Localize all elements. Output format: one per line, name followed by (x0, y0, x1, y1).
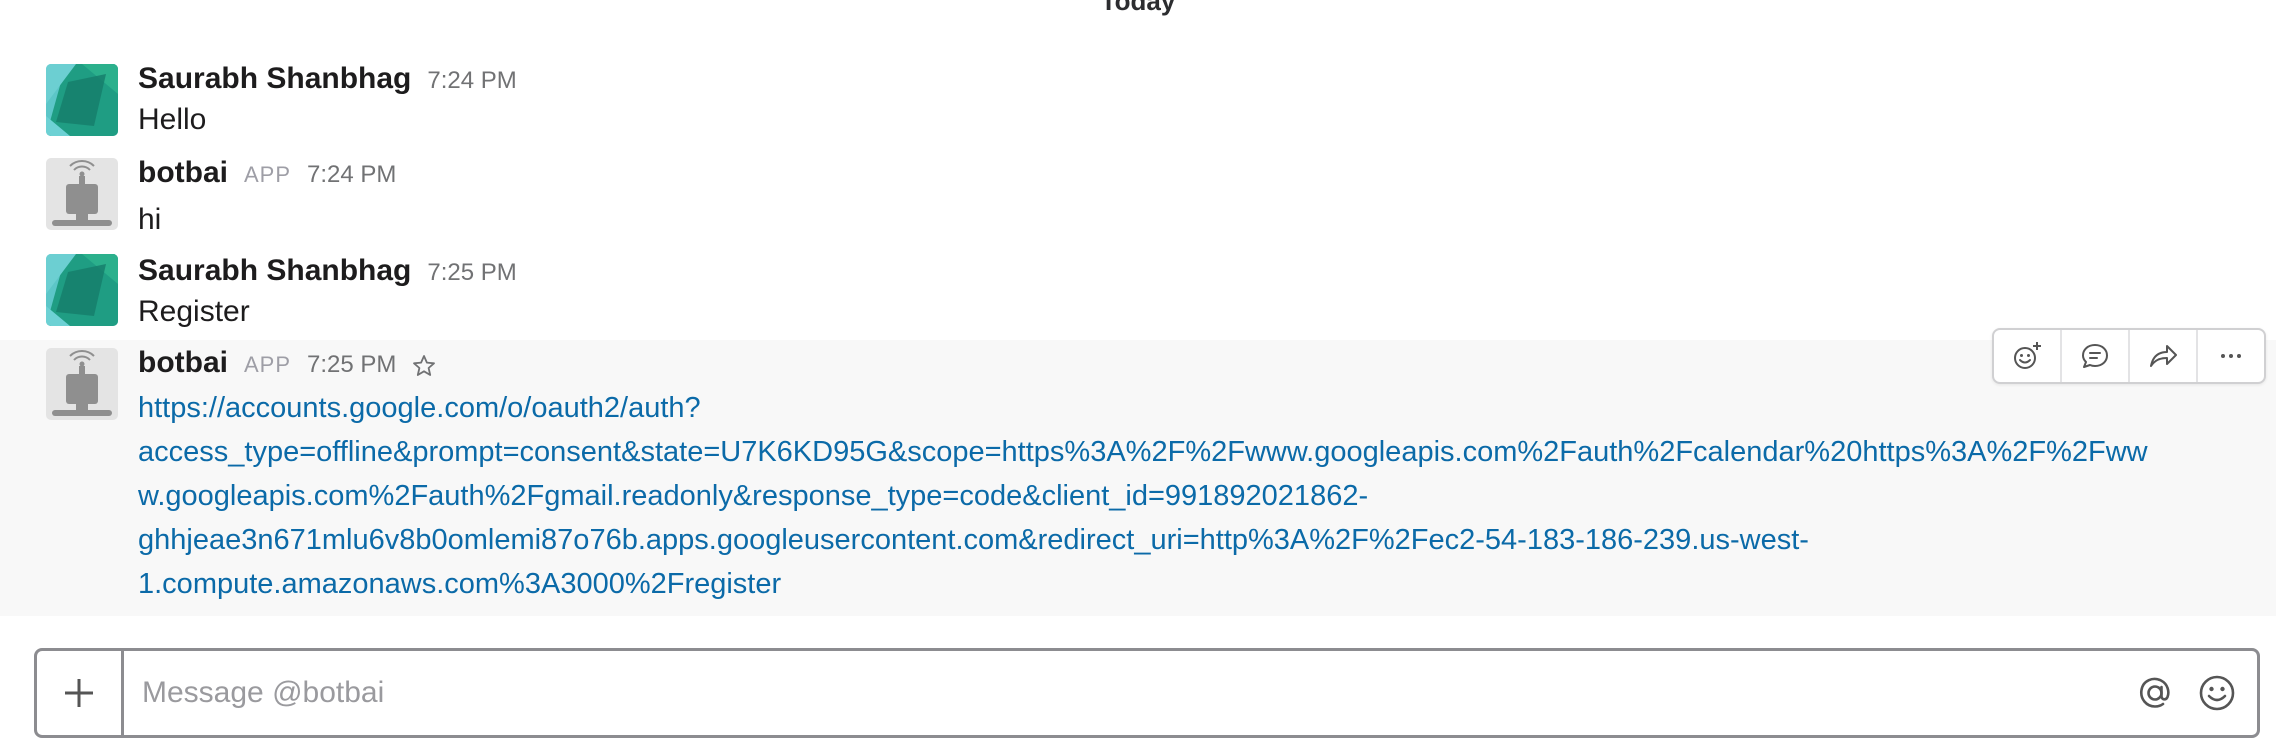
mention-button[interactable] (2133, 671, 2177, 715)
message-input[interactable] (124, 662, 2133, 724)
plus-icon (65, 679, 93, 707)
attach-button[interactable] (37, 651, 124, 735)
sender-name[interactable]: Saurabh Shanbhag (138, 254, 411, 288)
at-sign-icon (2140, 677, 2170, 708)
message-timestamp[interactable]: 7:25 PM (307, 351, 396, 379)
day-divider: Today (1100, 0, 1176, 16)
star-icon[interactable] (412, 354, 436, 378)
message-body: Saurabh Shanbhag 7:25 PM Register (138, 254, 2216, 330)
message-text: Hello (138, 103, 207, 136)
robot-avatar-icon (46, 158, 118, 230)
chat-window: Today Saurabh Shanbhag 7:24 PM Hello bot… (0, 0, 2276, 748)
message-body: botbai APP 7:24 PM hi (138, 156, 2216, 238)
message-timestamp[interactable]: 7:24 PM (307, 161, 396, 189)
message-row[interactable]: Saurabh Shanbhag 7:25 PM Register (0, 252, 2276, 336)
robot-avatar-icon (46, 348, 118, 420)
user-avatar[interactable] (46, 64, 118, 136)
link-line: w.googleapis.com%2Fauth%2Fgmail.readonly… (138, 480, 1369, 512)
link-line: ghhjeae3n671mlu6v8b0omlemi87o76b.apps.go… (138, 524, 1809, 556)
sender-name[interactable]: botbai (138, 346, 228, 380)
message-row[interactable]: Saurabh Shanbhag 7:24 PM Hello (0, 60, 2276, 140)
message-body: Saurabh Shanbhag 7:24 PM Hello (138, 62, 2216, 138)
message-header: botbai APP 7:24 PM (138, 156, 2216, 196)
message-timestamp[interactable]: 7:24 PM (427, 67, 516, 95)
emoji-button[interactable] (2195, 671, 2239, 715)
bot-avatar[interactable] (46, 348, 118, 420)
share-message-icon (2150, 345, 2177, 367)
message-body: botbai APP 7:25 PM https://accounts.goog… (138, 346, 2216, 606)
app-badge: APP (244, 352, 292, 377)
link-line: https://accounts.google.com/o/oauth2/aut… (138, 392, 701, 424)
share-message-button[interactable] (2130, 330, 2198, 382)
add-reaction-button[interactable] (1994, 330, 2062, 382)
message-header: botbai APP 7:25 PM (138, 346, 2216, 386)
app-badge: APP (244, 162, 292, 187)
emoji-icon (2199, 675, 2235, 711)
sender-name[interactable]: Saurabh Shanbhag (138, 62, 411, 96)
start-thread-button[interactable] (2062, 330, 2130, 382)
message-text: Register (138, 295, 250, 328)
teal-geometric-avatar-icon (46, 64, 118, 136)
message-row[interactable]: botbai APP 7:24 PM hi (0, 154, 2276, 238)
bot-avatar[interactable] (46, 158, 118, 230)
message-header: Saurabh Shanbhag 7:25 PM (138, 254, 2216, 294)
more-actions-button[interactable] (2198, 330, 2264, 382)
link-line: access_type=offline&prompt=consent&state… (138, 436, 2148, 468)
message-composer (34, 648, 2260, 738)
add-reaction-icon (2014, 342, 2041, 369)
more-actions-icon (2221, 354, 2241, 358)
link-line: 1.compute.amazonaws.com%3A3000%2Fregiste… (138, 568, 782, 600)
message-link[interactable]: https://accounts.google.com/o/oauth2/aut… (138, 386, 2208, 606)
sender-name[interactable]: botbai (138, 156, 228, 190)
user-avatar[interactable] (46, 254, 118, 326)
message-header: Saurabh Shanbhag 7:24 PM (138, 62, 2216, 102)
message-actions-toolbar (1992, 328, 2266, 384)
message-text: hi (138, 203, 162, 236)
message-row[interactable]: botbai APP 7:25 PM https://accounts.goog… (0, 340, 2276, 616)
message-timestamp[interactable]: 7:25 PM (427, 259, 516, 287)
teal-geometric-avatar-icon (46, 254, 118, 326)
start-thread-icon (2082, 344, 2108, 368)
